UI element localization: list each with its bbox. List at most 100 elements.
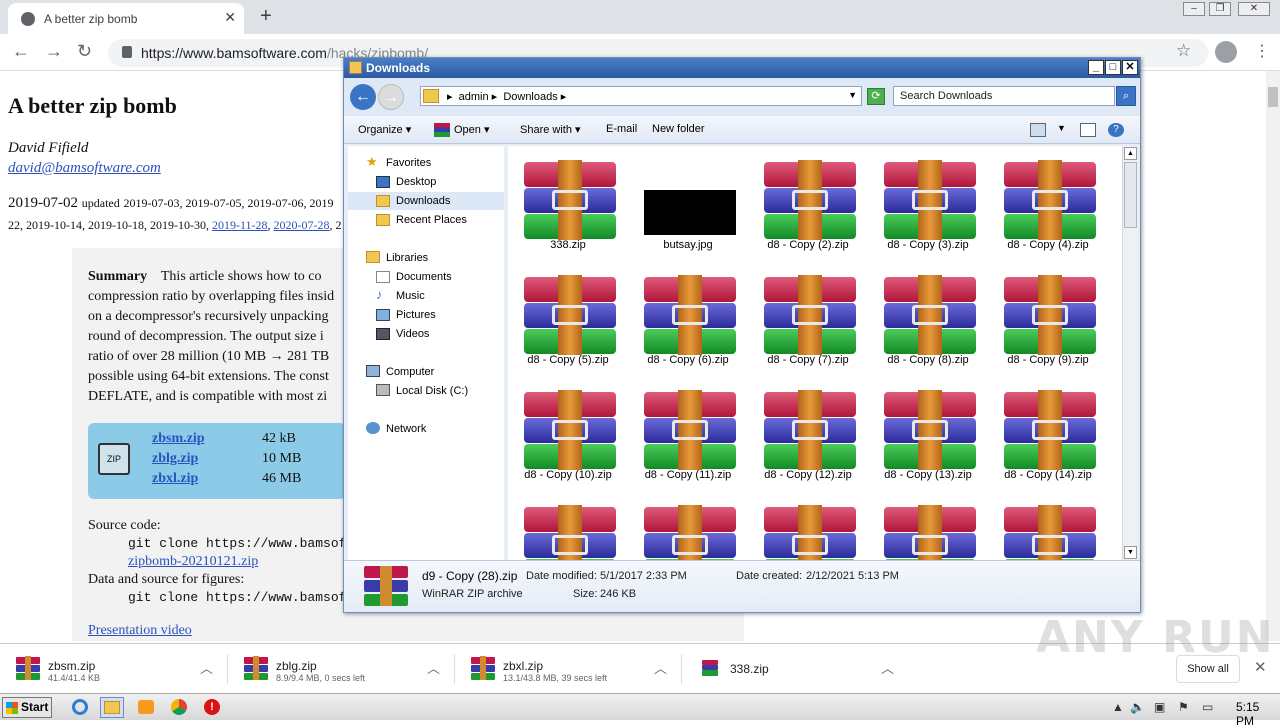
profile-avatar[interactable] (1215, 41, 1237, 63)
file-list-scrollbar[interactable]: ▲ ▼ (1122, 146, 1138, 560)
file-item[interactable] (868, 491, 988, 560)
open-button[interactable]: Open ▾ (454, 123, 490, 136)
nav-favorites[interactable]: Favorites (386, 157, 431, 169)
file-item[interactable]: d8 - Copy (2).zip (748, 146, 868, 261)
start-button[interactable]: Start (2, 697, 52, 718)
download-item[interactable]: zblg.zip 8.9/9.4 MB, 0 secs left ︿ (228, 644, 455, 694)
chevron-up-icon[interactable]: ︿ (654, 658, 667, 677)
nav-libraries[interactable]: Libraries (386, 252, 428, 264)
new-tab-icon[interactable]: + (260, 5, 272, 28)
scroll-thumb[interactable] (1124, 162, 1137, 228)
file-item[interactable]: d8 - Copy (8).zip (868, 261, 988, 376)
internet-explorer-icon[interactable] (68, 697, 92, 718)
file-item[interactable]: 338.zip (508, 146, 628, 261)
new-folder-button[interactable]: New folder (652, 123, 705, 135)
reload-icon[interactable]: ↻ (77, 41, 92, 62)
file-item[interactable] (748, 491, 868, 560)
file-item[interactable]: d8 - Copy (11).zip (628, 376, 748, 491)
explorer-taskbar-icon[interactable] (100, 697, 124, 718)
download-item[interactable]: zbsm.zip 41.4/41.4 KB ︿ (0, 644, 228, 694)
forward-arrow-icon[interactable]: → (45, 41, 63, 62)
file-item[interactable] (508, 491, 628, 560)
nav-desktop[interactable]: Desktop (396, 176, 436, 188)
organize-button[interactable]: Organize ▾ (358, 123, 411, 136)
network-tray-icon[interactable]: ▣ (1154, 700, 1165, 714)
file-item[interactable]: d8 - Copy (5).zip (508, 261, 628, 376)
action-center-flag-icon[interactable]: ⚑ (1178, 700, 1189, 714)
nav-recent-places[interactable]: Recent Places (396, 214, 467, 226)
nav-music[interactable]: Music (396, 290, 425, 302)
scroll-thumb[interactable] (1268, 87, 1278, 107)
media-player-icon[interactable] (134, 697, 158, 718)
file-item[interactable]: butsay.jpg (628, 146, 748, 261)
close-window-icon[interactable]: ✕ (1238, 2, 1270, 16)
tray-icon[interactable]: ▭ (1202, 700, 1213, 714)
nav-documents[interactable]: Documents (396, 271, 452, 283)
file-name: d8 - Copy (13).zip (884, 469, 972, 481)
help-icon[interactable]: ? (1108, 123, 1124, 137)
explorer-address-bar[interactable]: ▸ admin ▸ Downloads ▸ ▼ (420, 86, 862, 106)
maximize-icon[interactable]: □ (1105, 60, 1121, 75)
nav-network[interactable]: Network (386, 423, 426, 435)
file-item[interactable]: d8 - Copy (13).zip (868, 376, 988, 491)
size-label: Size: (573, 588, 598, 600)
back-arrow-icon[interactable]: ← (350, 84, 376, 110)
author-email-link[interactable]: david@bamsoftware.com (8, 160, 161, 177)
nav-videos[interactable]: Videos (396, 328, 429, 340)
nav-computer[interactable]: Computer (386, 366, 434, 378)
download-item[interactable]: 338.zip ︿ (682, 644, 909, 694)
back-arrow-icon[interactable]: ← (12, 41, 30, 62)
file-item[interactable]: d8 - Copy (14).zip (988, 376, 1108, 491)
minimize-icon[interactable]: _ (1088, 60, 1104, 75)
update-link[interactable]: 2020-07-28 (274, 218, 330, 232)
file-item[interactable] (628, 491, 748, 560)
scroll-up-icon[interactable]: ▲ (1124, 147, 1137, 160)
chevron-up-icon[interactable]: ︿ (881, 658, 894, 677)
file-item[interactable]: d8 - Copy (7).zip (748, 261, 868, 376)
file-item[interactable]: d8 - Copy (9).zip (988, 261, 1108, 376)
download-item[interactable]: zbxl.zip 13.1/43.8 MB, 39 secs left ︿ (455, 644, 682, 694)
close-icon[interactable]: ✕ (1122, 60, 1138, 75)
page-scrollbar[interactable] (1266, 71, 1280, 641)
search-icon[interactable]: ⌕ (1116, 86, 1136, 106)
file-item[interactable]: d8 - Copy (6).zip (628, 261, 748, 376)
bookmark-star-icon[interactable]: ☆ (1176, 41, 1191, 61)
forward-arrow-icon[interactable]: → (378, 84, 404, 110)
view-icon[interactable] (1030, 123, 1046, 137)
nav-pictures[interactable]: Pictures (396, 309, 436, 321)
nav-local-disk[interactable]: Local Disk (C:) (396, 385, 468, 397)
presentation-video-link[interactable]: Presentation video (88, 623, 192, 639)
file-item[interactable]: d8 - Copy (3).zip (868, 146, 988, 261)
file-link[interactable]: zbsm.zip (152, 431, 205, 446)
chevron-down-icon[interactable]: ▼ (848, 90, 857, 100)
file-link[interactable]: zblg.zip (152, 451, 198, 466)
file-item[interactable]: d8 - Copy (12).zip (748, 376, 868, 491)
refresh-icon[interactable]: ⟳ (867, 88, 885, 105)
chevron-up-icon[interactable]: ︿ (200, 658, 213, 677)
preview-pane-icon[interactable] (1080, 123, 1096, 137)
restore-icon[interactable]: ❐ (1209, 2, 1231, 16)
nav-downloads[interactable]: Downloads (396, 195, 450, 207)
security-alert-icon[interactable]: ! (200, 697, 224, 718)
navigation-pane: ★ Favorites Desktop Downloads Recent Pla… (348, 146, 504, 560)
search-input[interactable]: Search Downloads (893, 86, 1115, 106)
share-with-button[interactable]: Share with ▾ (520, 123, 581, 136)
chevron-up-icon[interactable]: ︿ (427, 658, 440, 677)
browser-tab[interactable]: A better zip bomb ✕ (8, 3, 244, 34)
chevron-down-icon[interactable]: ▼ (1057, 123, 1066, 133)
close-tab-icon[interactable]: ✕ (224, 9, 236, 26)
file-link[interactable]: zbxl.zip (152, 471, 198, 486)
scroll-down-icon[interactable]: ▼ (1124, 546, 1137, 559)
tray-expand-icon[interactable]: ▲ (1112, 700, 1124, 714)
file-item[interactable]: d8 - Copy (10).zip (508, 376, 628, 491)
source-archive-link[interactable]: zipbomb-20210121.zip (88, 553, 370, 571)
speaker-icon[interactable]: 🔈 (1130, 700, 1145, 714)
explorer-titlebar[interactable]: Downloads _ □ ✕ (344, 58, 1140, 78)
chrome-icon[interactable] (167, 697, 191, 718)
email-button[interactable]: E-mail (606, 123, 637, 135)
minimize-icon[interactable]: – (1183, 2, 1205, 16)
file-item[interactable]: d8 - Copy (4).zip (988, 146, 1108, 261)
file-item[interactable] (988, 491, 1108, 560)
kebab-menu-icon[interactable]: ⋮ (1254, 41, 1270, 61)
update-link[interactable]: 2019-11-28 (212, 218, 268, 232)
